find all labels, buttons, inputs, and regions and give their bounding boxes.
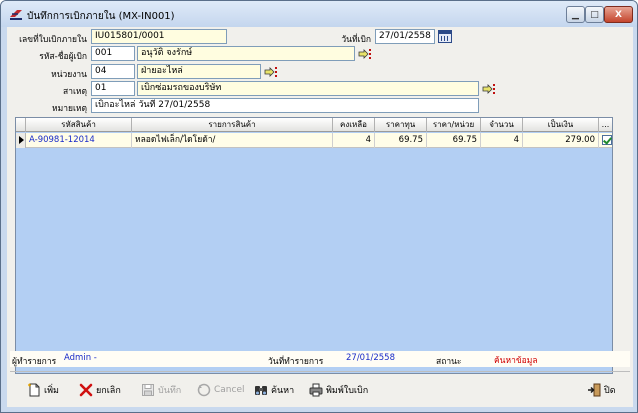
save-button[interactable]: บันทึก — [141, 381, 181, 399]
cell-check[interactable] — [599, 133, 612, 148]
cell-code[interactable]: A-90981-12014 — [26, 133, 132, 148]
table-row[interactable]: A-90981-12014 หลอดไฟเล็ก/ไดโยด้า/ 4 69.7… — [16, 133, 612, 148]
cell-qty[interactable]: 4 — [481, 133, 523, 148]
state-label: สถานะ — [436, 357, 462, 367]
print-label: พิมพ์ใบเบิก — [326, 386, 369, 396]
exit-label: ปิด — [604, 386, 616, 396]
cancel-document-label: ยกเลิก — [96, 386, 121, 396]
grid-header-unit-price[interactable]: ราคา/หน่วย — [427, 118, 481, 132]
cancel-button[interactable]: Cancel — [197, 381, 245, 399]
window-title: บันทึกการเบิกภายใน (MX-IN001) — [27, 11, 175, 22]
grid-header-name[interactable]: รายการสินค้า — [132, 118, 333, 132]
new-document-icon — [28, 383, 40, 397]
save-label: บันทึก — [158, 386, 182, 396]
maximize-icon: □ — [590, 9, 599, 20]
remark-field[interactable]: เบิกอะไหล่ วันที่ 27/01/2558 — [91, 98, 479, 113]
cancel-document-button[interactable]: ยกเลิก — [79, 381, 121, 399]
toolbar: เพิ่ม ยกเลิก บันทึก Cancel ค้นหา พิมพ์ใบ… — [7, 377, 633, 405]
binoculars-icon — [255, 386, 267, 395]
doc-no-label: เลขที่ใบเบิกภายใน — [19, 35, 87, 45]
form-area: เลขที่ใบเบิกภายใน IU015801/0001 วันที่เบ… — [7, 27, 633, 407]
cell-remain[interactable]: 4 — [333, 133, 375, 148]
divider — [10, 371, 630, 372]
maximize-button[interactable]: □ — [585, 6, 604, 23]
row-selector-icon[interactable] — [16, 133, 26, 148]
cell-cost[interactable]: 69.75 — [375, 133, 427, 148]
search-button[interactable]: ค้นหา — [254, 381, 294, 399]
remark-label: หมายเหตุ — [52, 104, 87, 114]
cell-unit-price[interactable]: 69.75 — [427, 133, 481, 148]
record-date-label: วันที่ทำรายการ — [268, 357, 324, 367]
status-bar: ผู้ทำรายการ Admin - วันที่ทำรายการ 27/01… — [10, 351, 630, 367]
lookup-hand-icon[interactable] — [358, 49, 372, 59]
department-name-field[interactable]: ฝ่ายอะไหล่ — [137, 64, 261, 79]
grid-header-remain[interactable]: คงเหลือ — [333, 118, 375, 132]
grid-header-amount[interactable]: เป็นเงิน — [523, 118, 599, 132]
reason-code-field[interactable]: 01 — [91, 81, 135, 96]
exit-button[interactable]: ปิด — [587, 381, 616, 399]
delete-x-icon — [79, 383, 93, 397]
title-bar[interactable]: บันทึกการเบิกภายใน (MX-IN001) ▁ □ X — [1, 1, 637, 27]
window: บันทึกการเบิกภายใน (MX-IN001) ▁ □ X เลขท… — [0, 0, 638, 413]
grid-header: รหัสสินค้า รายการสินค้า คงเหลือ ราคาทุน … — [16, 118, 612, 132]
add-label: เพิ่ม — [44, 386, 59, 396]
search-label: ค้นหา — [271, 386, 295, 396]
requester-code-field[interactable]: 001 — [91, 46, 135, 61]
reason-label: สาเหตุ — [63, 87, 87, 97]
cell-amount[interactable]: 279.00 — [523, 133, 599, 148]
grid-header-qty[interactable]: จำนวน — [481, 118, 523, 132]
reason-name-field[interactable]: เบิกซ่อมรถของบริษัท — [137, 81, 479, 96]
date-field[interactable]: 27/01/2558 — [375, 29, 435, 44]
app-icon — [10, 10, 22, 20]
minimize-icon: ▁ — [572, 9, 579, 20]
cell-name[interactable]: หลอดไฟเล็ก/ไดโยด้า/ — [132, 133, 333, 148]
requester-label: รหัส-ชื่อผู้เบิก — [39, 52, 87, 62]
exit-door-icon — [588, 383, 601, 397]
doc-no-field[interactable]: IU015801/0001 — [91, 29, 227, 44]
record-date-value: 27/01/2558 — [346, 353, 395, 363]
grid-header-code[interactable]: รหัสสินค้า — [26, 118, 132, 132]
department-code-field[interactable]: 04 — [91, 64, 135, 79]
grid-header-cost[interactable]: ราคาทุน — [375, 118, 427, 132]
items-grid[interactable]: รหัสสินค้า รายการสินค้า คงเหลือ ราคาทุน … — [15, 117, 613, 374]
cancel-label: Cancel — [214, 385, 245, 395]
close-button[interactable]: X — [604, 6, 633, 23]
printer-icon — [309, 383, 323, 397]
grid-header-more[interactable]: ... — [599, 118, 612, 132]
requester-name-field[interactable]: อนุวัติ จงรักษ์ — [137, 46, 355, 61]
date-label: วันที่เบิก — [341, 35, 371, 45]
print-button[interactable]: พิมพ์ใบเบิก — [309, 381, 368, 399]
lookup-hand-icon[interactable] — [264, 67, 278, 77]
undo-icon — [197, 383, 211, 397]
recorder-label: ผู้ทำรายการ — [12, 357, 57, 367]
close-icon: X — [615, 9, 622, 20]
calendar-icon[interactable] — [438, 30, 452, 43]
grid-corner — [16, 118, 26, 132]
minimize-button[interactable]: ▁ — [566, 6, 585, 23]
department-label: หน่วยงาน — [51, 70, 87, 80]
add-button[interactable]: เพิ่ม — [27, 381, 59, 399]
checkmark-icon[interactable] — [602, 135, 612, 145]
save-disk-icon — [142, 384, 154, 396]
state-value: ค้นหาข้อมูล — [494, 356, 538, 366]
lookup-hand-icon[interactable] — [482, 84, 496, 94]
recorder-value: Admin - — [64, 353, 97, 363]
